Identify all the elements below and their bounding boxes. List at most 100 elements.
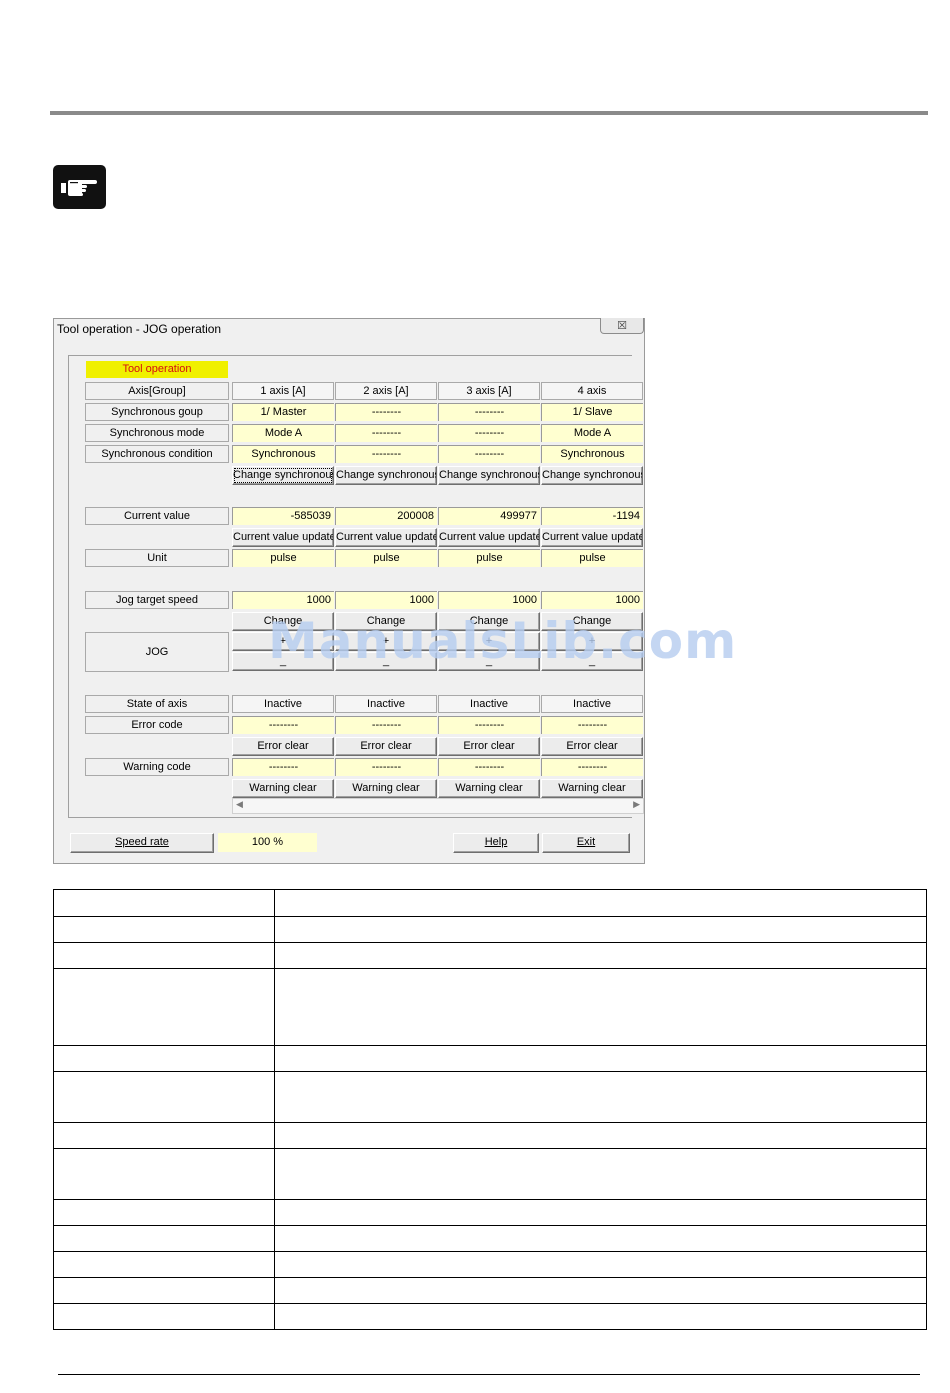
axis-1-jog-plus-button[interactable]: + (232, 632, 334, 651)
axis-3-sync-condition: -------- (438, 445, 540, 463)
label-sync-mode: Synchronous mode (85, 424, 229, 442)
axis-1-sync-group: 1/ Master (232, 403, 334, 421)
axis-1-jog-minus-button[interactable]: _ (232, 652, 334, 671)
speed-rate-button[interactable]: Speed rate (70, 833, 214, 853)
axis-4-state: Inactive (541, 695, 643, 713)
exit-button[interactable]: Exit (542, 833, 630, 853)
scroll-left-icon[interactable]: ◀ (236, 800, 243, 810)
axis-2-change-sync-button[interactable]: Change synchronous (335, 466, 437, 485)
title-bar: Tool operation - JOG operation ☒ (54, 318, 644, 343)
axis-1-current-value: -585039 (232, 507, 334, 525)
label-warning-code: Warning code (85, 758, 229, 776)
axis-2-error-clear-button[interactable]: Error clear (335, 737, 437, 756)
axis-2-error-code: -------- (335, 716, 437, 734)
bottom-rule (58, 1374, 920, 1375)
window-title: Tool operation - JOG operation (57, 322, 222, 336)
axis-4-sync-group: 1/ Slave (541, 403, 643, 421)
label-error-code: Error code (85, 716, 229, 734)
axis-3-error-clear-button[interactable]: Error clear (438, 737, 540, 756)
axis-1-change-sync-button[interactable]: Change synchronous (232, 466, 334, 485)
close-icon: ☒ (617, 319, 627, 332)
axis-4-warning-code: -------- (541, 758, 643, 776)
axis-2-change-speed-button[interactable]: Change (335, 612, 437, 631)
axis-2-header: 2 axis [A] (335, 382, 437, 400)
axis-4-current-value-update-button[interactable]: Current value update (541, 528, 643, 547)
axis-3-change-speed-button[interactable]: Change (438, 612, 540, 631)
label-jog-speed: Jog target speed (85, 591, 229, 609)
axis-1-change-speed-button[interactable]: Change (232, 612, 334, 631)
axis-3-change-sync-button[interactable]: Change synchronous (438, 466, 540, 485)
table-row (53, 1045, 927, 1072)
pointing-hand-icon (53, 165, 106, 209)
axis-4-jog-minus-button[interactable]: _ (541, 652, 643, 671)
table-row (53, 1071, 927, 1123)
axis-3-sync-group: -------- (438, 403, 540, 421)
axis-3-header: 3 axis [A] (438, 382, 540, 400)
axis-4-jog-plus-button[interactable]: + (541, 632, 643, 651)
axis-3-error-code: -------- (438, 716, 540, 734)
axis-4-change-sync-button[interactable]: Change synchronous (541, 466, 643, 485)
axis-4-header: 4 axis (541, 382, 643, 400)
horizontal-scrollbar[interactable]: ◀ ▶ (232, 798, 644, 814)
axis-4-sync-mode: Mode A (541, 424, 643, 442)
axis-2-current-value-update-button[interactable]: Current value update (335, 528, 437, 547)
axis-2-sync-mode: -------- (335, 424, 437, 442)
scroll-right-icon[interactable]: ▶ (633, 800, 640, 810)
axis-1-sync-mode: Mode A (232, 424, 334, 442)
axis-1-error-code: -------- (232, 716, 334, 734)
axis-3-warning-code: -------- (438, 758, 540, 776)
label-jog: JOG (85, 632, 229, 672)
axis-2-sync-condition: -------- (335, 445, 437, 463)
table-row (53, 1303, 927, 1330)
axis-3-state: Inactive (438, 695, 540, 713)
axis-4-change-speed-button[interactable]: Change (541, 612, 643, 631)
axis-2-warning-clear-button[interactable]: Warning clear (335, 779, 437, 798)
axis-3-jog-minus-button[interactable]: _ (438, 652, 540, 671)
axis-3-warning-clear-button[interactable]: Warning clear (438, 779, 540, 798)
axis-4-unit: pulse (541, 549, 643, 567)
table-row (53, 916, 927, 943)
axis-4-jog-speed-field[interactable]: 1000 (541, 591, 643, 609)
axis-1-warning-code: -------- (232, 758, 334, 776)
speed-rate-value: 100 % (218, 833, 317, 852)
axis-2-sync-group: -------- (335, 403, 437, 421)
table-row (53, 942, 927, 969)
table-row (53, 1122, 927, 1149)
label-current-value: Current value (85, 507, 229, 525)
axis-1-error-clear-button[interactable]: Error clear (232, 737, 334, 756)
axis-2-jog-minus-button[interactable]: _ (335, 652, 437, 671)
axis-4-current-value: -1194 (541, 507, 643, 525)
axis-2-unit: pulse (335, 549, 437, 567)
exit-label: Exit (576, 836, 596, 848)
top-rule (50, 111, 928, 115)
axis-4-error-clear-button[interactable]: Error clear (541, 737, 643, 756)
table-row (53, 1277, 927, 1304)
axis-4-warning-clear-button[interactable]: Warning clear (541, 779, 643, 798)
table-row (53, 968, 927, 1046)
table-row (53, 1225, 927, 1252)
axis-3-jog-speed-field[interactable]: 1000 (438, 591, 540, 609)
label-sync-condition: Synchronous condition (85, 445, 229, 463)
axis-3-sync-mode: -------- (438, 424, 540, 442)
axis-2-jog-speed-field[interactable]: 1000 (335, 591, 437, 609)
help-button[interactable]: Help (453, 833, 539, 853)
axis-3-jog-plus-button[interactable]: + (438, 632, 540, 651)
axis-1-current-value-update-button[interactable]: Current value update (232, 528, 334, 547)
axis-1-jog-speed-field[interactable]: 1000 (232, 591, 334, 609)
axis-1-warning-clear-button[interactable]: Warning clear (232, 779, 334, 798)
axis-2-warning-code: -------- (335, 758, 437, 776)
axis-2-jog-plus-button[interactable]: + (335, 632, 437, 651)
axis-1-header: 1 axis [A] (232, 382, 334, 400)
axis-2-current-value: 200008 (335, 507, 437, 525)
axis-3-current-value: 499977 (438, 507, 540, 525)
tab-tool-operation[interactable]: Tool operation (86, 361, 228, 378)
label-state: State of axis (85, 695, 229, 713)
help-label: Help (484, 836, 508, 848)
axis-3-current-value-update-button[interactable]: Current value update (438, 528, 540, 547)
axis-1-state: Inactive (232, 695, 334, 713)
table-row (53, 1148, 927, 1200)
close-button[interactable]: ☒ (600, 318, 644, 334)
jog-operation-dialog: Tool operation - JOG operation ☒ Tool op… (53, 318, 645, 864)
axis-4-error-code: -------- (541, 716, 643, 734)
axis-4-sync-condition: Synchronous (541, 445, 643, 463)
